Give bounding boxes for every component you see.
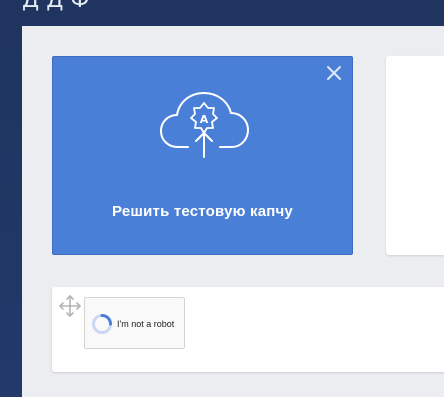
card-title: Решить тестовую капчу	[112, 203, 293, 220]
shield-badge-icon: A	[190, 102, 218, 134]
top-navbar: ДДФ	[0, 0, 444, 26]
drag-handle[interactable]	[58, 294, 82, 318]
cloud-upload-icon: A	[160, 92, 249, 158]
page-title: ДДФ	[22, 0, 97, 13]
recaptcha-checkbox[interactable]: I'm not a robot	[84, 297, 185, 349]
recaptcha-label: I'm not a robot	[117, 319, 175, 329]
side-card	[386, 56, 444, 255]
sidebar	[0, 26, 22, 397]
captcha-widget-card: I'm not a robot	[52, 287, 444, 372]
close-button[interactable]	[326, 65, 342, 81]
solve-test-captcha-card[interactable]: A Решить тестовую капчу	[52, 56, 353, 255]
spinner-icon	[92, 314, 112, 334]
main-content: A Решить тестовую капчу I'm not a robot	[22, 26, 444, 397]
close-icon	[327, 66, 341, 80]
badge-letter: A	[200, 113, 209, 126]
move-arrows-icon	[59, 295, 81, 317]
